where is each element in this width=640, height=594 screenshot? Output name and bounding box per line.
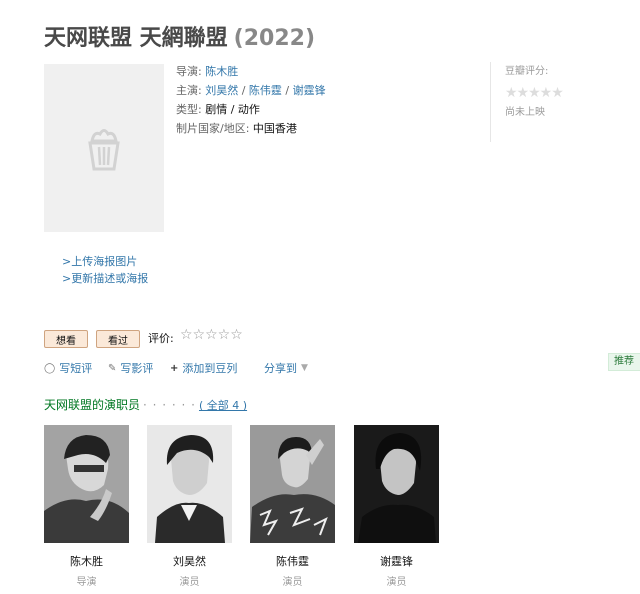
movie-info: 导演: 陈木胜 主演: 刘昊然 / 陈伟霆 / 谢霆锋 类型: 剧情 / 动作 … xyxy=(176,62,326,138)
actor-link[interactable]: 刘昊然 xyxy=(205,84,238,97)
movie-year: (2022) xyxy=(233,26,316,51)
cast-name[interactable]: 刘昊然 xyxy=(147,553,232,569)
all-cast-link[interactable]: ( 全部 4 ) xyxy=(199,399,247,412)
cast-name[interactable]: 陈伟霆 xyxy=(250,553,335,569)
write-review-label: 写影评 xyxy=(120,362,154,375)
recommend-button[interactable]: 推荐 xyxy=(608,353,640,371)
region-label: 制片国家/地区: xyxy=(176,122,250,135)
rating-stars: ★★★★★ xyxy=(505,85,564,101)
cast-card[interactable]: 刘昊然 演员 xyxy=(147,425,232,588)
cast-card[interactable]: 谢霆锋 演员 xyxy=(354,425,439,588)
poster-links: >上传海报图片 >更新描述或海报 xyxy=(62,253,148,287)
poster-placeholder[interactable] xyxy=(44,64,164,232)
upload-poster-link[interactable]: >上传海报图片 xyxy=(62,253,148,270)
write-review-link[interactable]: ✎ 写影评 xyxy=(108,360,153,376)
comment-icon: ◯ xyxy=(44,362,56,374)
share-label: 分享到 xyxy=(264,362,297,375)
share-dropdown[interactable]: 分享到 ▼ xyxy=(264,360,308,376)
cast-role: 演员 xyxy=(282,577,303,588)
chevron-down-icon: ▼ xyxy=(301,363,308,373)
cast-role: 演员 xyxy=(179,577,200,588)
add-doulist-label: 添加到豆列 xyxy=(182,362,238,375)
rate-label: 评价: xyxy=(148,332,174,345)
page-title: 天网联盟 天網聯盟 (2022) xyxy=(44,20,315,52)
popcorn-icon xyxy=(88,129,120,171)
cast-role: 导演 xyxy=(76,577,97,588)
watched-button[interactable]: 看过 xyxy=(96,330,140,348)
rate-stars[interactable]: ☆☆☆☆☆ xyxy=(180,327,243,343)
cast-role: 演员 xyxy=(386,577,407,588)
genre-value: 动作 xyxy=(237,103,260,116)
want-to-watch-button[interactable]: 想看 xyxy=(44,330,88,348)
cast-name[interactable]: 陈木胜 xyxy=(44,553,129,569)
update-description-link[interactable]: >更新描述或海报 xyxy=(62,270,148,287)
region-value: 中国香港 xyxy=(252,122,297,135)
rating-label: 豆瓣评分: xyxy=(505,66,549,77)
cast-name[interactable]: 谢霆锋 xyxy=(354,553,439,569)
rating-status: 尚未上映 xyxy=(505,107,545,118)
cast-heading: 天网联盟的演职员 · · · · · ·( 全部 4 ) xyxy=(44,396,247,413)
separator: / xyxy=(238,84,249,97)
actor-link[interactable]: 谢霆锋 xyxy=(293,84,326,97)
genre-row: 类型: 剧情 / 动作 xyxy=(176,100,326,119)
genre-value: 剧情 xyxy=(205,103,228,116)
director-link[interactable]: 陈木胜 xyxy=(205,65,238,78)
heading-dots: · · · · · · xyxy=(143,398,196,412)
plus-icon: + xyxy=(170,362,179,374)
starring-row: 主演: 刘昊然 / 陈伟霆 / 谢霆锋 xyxy=(176,81,326,100)
starring-label: 主演: xyxy=(176,84,202,97)
add-doulist-link[interactable]: + 添加到豆列 xyxy=(170,360,237,376)
director-row: 导演: 陈木胜 xyxy=(176,62,326,81)
cast-photo[interactable] xyxy=(354,425,439,543)
cast-photo[interactable] xyxy=(147,425,232,543)
cast-card[interactable]: 陈木胜 导演 xyxy=(44,425,129,588)
cast-heading-text: 天网联盟的演职员 xyxy=(44,398,141,412)
short-review-link[interactable]: ◯ 写短评 xyxy=(44,360,92,376)
short-review-label: 写短评 xyxy=(59,362,93,375)
director-label: 导演: xyxy=(176,65,202,78)
actor-link[interactable]: 陈伟霆 xyxy=(249,84,282,97)
region-row: 制片国家/地区: 中国香港 xyxy=(176,119,326,138)
cast-photo[interactable] xyxy=(250,425,335,543)
genre-label: 类型: xyxy=(176,103,202,116)
cast-photo[interactable] xyxy=(44,425,129,543)
separator: / xyxy=(281,84,293,97)
movie-title: 天网联盟 天網聯盟 xyxy=(44,26,228,51)
cast-card[interactable]: 陈伟霆 演员 xyxy=(250,425,335,588)
rating-box: 豆瓣评分: ★★★★★ 尚未上映 xyxy=(490,62,625,142)
separator: / xyxy=(227,103,238,116)
pencil-icon: ✎ xyxy=(108,362,117,374)
